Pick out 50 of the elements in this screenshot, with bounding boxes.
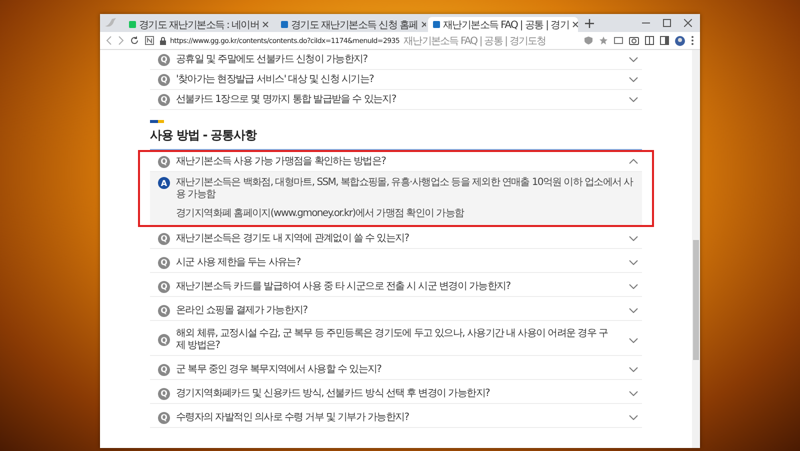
- lock-icon: [160, 36, 166, 44]
- q-badge: Q: [158, 280, 170, 292]
- menu-icon[interactable]: [691, 36, 694, 45]
- q-badge: Q: [158, 94, 170, 106]
- faq-question[interactable]: Q 공휴일 및 주말에도 선불카드 신청이 가능한지?: [150, 50, 642, 70]
- scrollbar-thumb[interactable]: [693, 240, 699, 360]
- faq-question[interactable]: Q 시군 사용 제한을 두는 사유는?: [150, 253, 642, 273]
- faq-question[interactable]: Q 경기지역화폐카드 및 신용카드 방식, 선불카드 방식 선택 후 변경이 가능한지?: [150, 384, 642, 404]
- screen-icon[interactable]: [614, 36, 623, 45]
- sidebar-icon[interactable]: [660, 36, 669, 45]
- faq-question[interactable]: Q 온라인 쇼핑몰 결제가 가능한지?: [150, 301, 642, 321]
- faq-question[interactable]: Q 군 복무 중인 경우 복무지역에서 사용할 수 있는지?: [150, 360, 642, 380]
- browser-tab[interactable]: 경기도 재난기본소득 : 네이버: [124, 17, 274, 32]
- q-badge: Q: [158, 334, 170, 346]
- browser-tab[interactable]: 재난기본소득 FAQ | 공통 | 경기: [428, 17, 578, 32]
- avatar-icon[interactable]: [675, 36, 685, 46]
- q-badge: Q: [158, 304, 170, 316]
- faq-question[interactable]: Q 해외 체류, 교정시설 수감, 군 복무 등 주민등록은 경기도에 두고 있으나, 사용기간 내 사용이 어려운 경우 구제 방법은?: [150, 325, 642, 356]
- q-badge: Q: [158, 232, 170, 244]
- faq-question[interactable]: Q 선불카드 1장으로 몇 명까지 통합 발급받을 수 있는지?: [150, 90, 642, 110]
- star-icon[interactable]: [599, 36, 608, 45]
- close-icon[interactable]: [420, 21, 426, 28]
- bird-icon: [104, 17, 118, 29]
- q-badge: Q: [158, 156, 170, 168]
- browser-tab[interactable]: 경기도 재난기본소득 신청 홈페: [276, 17, 426, 32]
- close-icon[interactable]: [262, 21, 270, 28]
- q-badge: Q: [158, 412, 170, 424]
- q-badge: Q: [158, 256, 170, 268]
- close-icon[interactable]: [572, 21, 578, 28]
- answer-text: 재난기본소득은 백화점, 대형마트, SSM, 복합쇼핑몰, 유흥·사행업소 등을 제외한 연매출 10억원 이하 업소에서 사용 가능함: [176, 177, 634, 201]
- faq-question[interactable]: Q 수령자의 자발적인 의사로 수령 거부 및 기부가 가능한지?: [150, 408, 642, 428]
- page-icon[interactable]: [145, 36, 154, 45]
- new-tab-icon[interactable]: [585, 18, 594, 28]
- close-icon[interactable]: [684, 19, 692, 27]
- reload-icon[interactable]: [130, 36, 139, 45]
- q-badge: Q: [158, 54, 170, 66]
- maximize-icon[interactable]: [663, 19, 671, 27]
- a-badge: A: [158, 177, 170, 189]
- faq-question[interactable]: Q '찾아가는 현장발급 서비스' 대상 및 신청 시기는?: [150, 70, 642, 90]
- heading-accent-icon: [150, 120, 164, 123]
- section-heading: 사용 방법 - 공통사항: [150, 127, 258, 144]
- q-badge: Q: [158, 74, 170, 86]
- shield-icon[interactable]: [584, 36, 593, 45]
- reader-icon[interactable]: [645, 36, 654, 45]
- q-badge: Q: [158, 388, 170, 400]
- q-badge: Q: [158, 364, 170, 376]
- faq-question[interactable]: Q 재난기본소득 카드를 발급하여 사용 중 타 시군으로 전출 시 시군 변경이 가능한지?: [150, 277, 642, 297]
- camera-icon[interactable]: [629, 36, 639, 45]
- answer-text: 경기지역화폐 홈페이지(www.gmoney.or.kr)에서 가맹점 확인이 가능함: [176, 208, 466, 220]
- faq-question[interactable]: Q 재난기본소득은 경기도 내 지역에 관계없이 쓸 수 있는지?: [150, 229, 642, 249]
